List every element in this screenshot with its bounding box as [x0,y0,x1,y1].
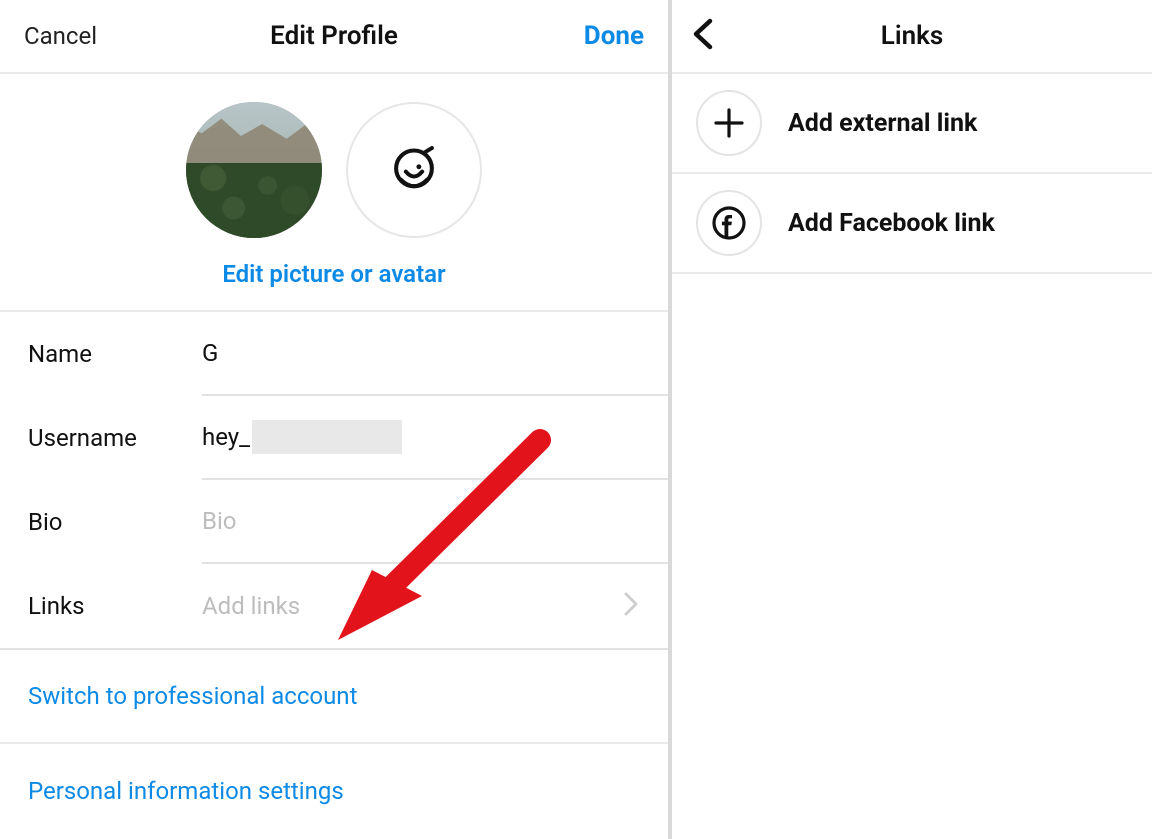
edit-profile-panel: Cancel Edit Profile Done [0,0,672,839]
page-title: Edit Profile [270,21,398,51]
username-redacted [252,420,402,454]
done-button[interactable]: Done [584,21,644,51]
edit-profile-header: Cancel Edit Profile Done [0,0,668,74]
add-external-link-label: Add external link [788,109,977,138]
switch-professional-button[interactable]: Switch to professional account [0,650,668,744]
back-button[interactable] [690,17,718,55]
bio-placeholder: Bio [202,507,236,535]
chevron-right-icon [622,590,640,622]
profile-form: Name G Username hey_ Bio Bio Links [0,312,668,838]
plus-icon [712,106,746,140]
links-label: Links [28,592,202,620]
avatar-icon [388,144,440,196]
links-row[interactable]: Links Add links [0,564,668,648]
bio-row[interactable]: Bio Bio [0,480,668,564]
edit-picture-button[interactable]: Edit picture or avatar [0,260,668,288]
avatar-button[interactable] [346,102,482,238]
name-value: G [202,339,218,367]
avatar-section: Edit picture or avatar [0,74,668,312]
links-placeholder: Add links [202,592,300,620]
cancel-button[interactable]: Cancel [24,22,97,50]
chevron-left-icon [690,17,718,51]
profile-picture[interactable] [186,102,322,238]
name-label: Name [28,340,202,368]
bio-label: Bio [28,508,202,536]
username-label: Username [28,424,202,452]
add-external-link-button[interactable]: Add external link [672,74,1152,174]
name-row[interactable]: Name G [0,312,668,396]
facebook-icon [709,203,749,243]
links-header: Links [672,0,1152,74]
username-value: hey_ [202,423,250,451]
personal-info-button[interactable]: Personal information settings [0,744,668,838]
links-title: Links [696,21,1128,51]
add-facebook-link-button[interactable]: Add Facebook link [672,174,1152,274]
username-row[interactable]: Username hey_ [0,396,668,480]
links-panel: Links Add external link Add Facebook lin… [672,0,1152,839]
add-facebook-link-label: Add Facebook link [788,209,995,238]
